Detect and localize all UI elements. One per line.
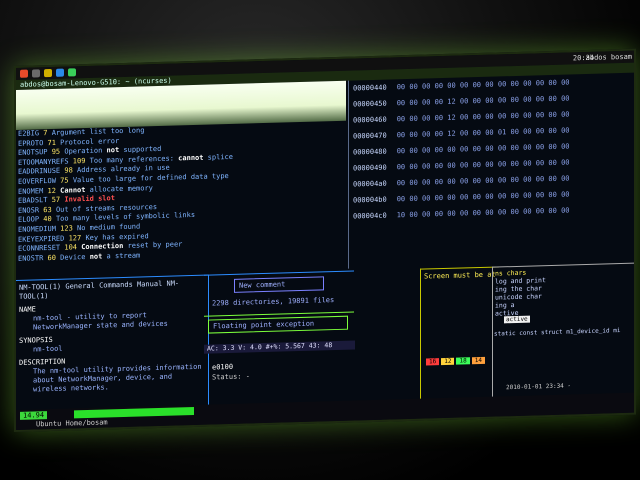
errno-number: 127	[68, 233, 86, 243]
hex-bytes: 00 00 00 00 00 00 00 00 00 00 00 00 00 0…	[396, 78, 570, 92]
errno-number: 7	[43, 128, 52, 138]
errno-code: EADDRINUSE	[18, 166, 65, 177]
errno-code: ENOSTR	[18, 253, 48, 263]
status-pill: 14	[471, 356, 485, 365]
settings-icon[interactable]	[56, 68, 64, 77]
hex-bytes: 00 00 00 00 00 00 00 00 00 00 00 00 00 0…	[396, 174, 570, 188]
errno-message: Device not a stream	[60, 251, 141, 262]
hex-bytes: 00 00 00 00 12 00 00 00 00 00 00 00 00 0…	[396, 110, 570, 124]
errno-code: E2BIG	[18, 129, 44, 138]
errno-message: No medium found	[77, 222, 141, 233]
hex-bytes: 00 00 00 00 00 00 00 00 00 00 00 00 00 0…	[396, 190, 570, 204]
taskbar-window-button[interactable]: Ubuntu Home/bosam	[36, 418, 108, 428]
errno-message: Key has expired	[85, 231, 149, 242]
screen-notice-pane[interactable]: Screen must be at	[420, 266, 499, 406]
hex-address: 00000480	[353, 147, 387, 157]
errno-number: 75	[60, 176, 73, 185]
comment-box: New comment	[234, 276, 324, 293]
monitor-screen: 20:34 abdos bosam abdos@bosam-Lenovo-G51…	[14, 48, 636, 432]
hex-bytes: 00 00 00 00 00 00 00 00 00 00 00 00 00 0…	[396, 142, 570, 156]
errno-number: 98	[64, 166, 78, 175]
errno-message: Protocol error	[60, 136, 120, 147]
progress-bar	[74, 406, 194, 419]
tree-summary: 2298 directories, 19891 files	[212, 296, 335, 308]
errno-number: 12	[47, 186, 61, 195]
errno-code: EKEYEXPIRED	[18, 234, 69, 244]
shell-prompt-2: Status: -	[212, 372, 250, 382]
errno-code: ENOMEDIUM	[18, 224, 61, 234]
errno-number: 57	[51, 195, 65, 205]
errno-code: ECONNRESET	[18, 243, 65, 254]
hex-address: 000004c0	[353, 211, 387, 221]
hex-bytes: 00 00 00 00 00 00 00 00 00 00 00 00 00 0…	[396, 158, 570, 172]
hex-address: 00000460	[353, 115, 387, 125]
app-icon[interactable]	[68, 68, 76, 77]
hexdump-pane[interactable]: 00000440 00 00 00 00 00 00 00 00 00 00 00…	[348, 72, 636, 269]
errno-number: 123	[60, 224, 78, 233]
man-name-body: nm-tool - utility to report NetworkManag…	[33, 311, 168, 332]
exception-message: Floating point exception	[208, 315, 348, 334]
hex-bytes: 10 00 00 00 00 00 00 00 00 00 00 00 00 0…	[396, 206, 570, 220]
man-description-body: The nm-tool utility provides information…	[33, 362, 202, 394]
errno-message: Connection reset by peer	[81, 240, 183, 252]
man-header: NM-TOOL(1) General Commands Manual NM-TO…	[19, 279, 180, 301]
hex-address: 000004a0	[353, 179, 387, 189]
firefox-icon[interactable]	[20, 69, 28, 78]
errno-number: 63	[43, 205, 56, 214]
errno-code: ENOTSUP	[18, 148, 52, 158]
level-indicator: 14.94	[20, 411, 48, 420]
status-pill: 18	[456, 357, 470, 365]
errno-code: EOVERFLOW	[18, 176, 61, 186]
taskbar-launchers	[20, 68, 76, 78]
errno-number: 60	[47, 253, 61, 262]
hex-address: 00000470	[353, 131, 387, 141]
errno-code: ELOOP	[18, 215, 44, 225]
hex-address: 000004b0	[353, 195, 387, 205]
errno-number: 109	[72, 156, 90, 166]
errno-code: ENOMEM	[18, 186, 48, 196]
errno-code: EBADSLT	[18, 196, 52, 206]
screen-notice-text: Screen must be at	[424, 270, 496, 281]
status-pill: 12	[441, 357, 455, 366]
man-page-pane[interactable]: NM-TOOL(1) General Commands Manual NM-TO…	[16, 274, 209, 417]
errno-message: Cannot allocate memory	[60, 183, 153, 195]
errno-number: 71	[47, 138, 61, 147]
status-pill: 16	[426, 358, 440, 366]
errno-list-pane[interactable]: E2BIG 7 Argument list too long EPROTO 71 …	[16, 121, 348, 280]
hex-address: 00000450	[353, 99, 387, 109]
files-icon[interactable]	[44, 68, 52, 78]
errno-code: EPROTO	[18, 138, 48, 148]
errno-code: ETOOMANYREFS	[18, 157, 73, 167]
errno-number: 95	[51, 147, 65, 157]
errno-number: 104	[64, 243, 82, 252]
errno-message: Argument list too long	[51, 126, 145, 137]
hex-bytes: 00 00 00 00 12 00 00 00 01 00 00 00 00 0…	[396, 126, 570, 140]
hex-bytes: 00 00 00 00 12 00 00 00 00 00 00 00 00 0…	[396, 94, 570, 108]
middle-pane[interactable]: New comment 2298 directories, 19891 file…	[204, 270, 354, 406]
user-menu[interactable]: abdos bosam	[586, 53, 632, 62]
hex-address: 00000490	[353, 163, 387, 173]
hex-address: 00000440	[353, 83, 387, 93]
errno-number: 40	[43, 215, 56, 224]
terminal-icon[interactable]	[32, 69, 40, 78]
errno-message: Invalid slot	[64, 194, 115, 204]
active-badge: active	[504, 315, 530, 324]
errno-code: ENOSR	[18, 205, 44, 215]
